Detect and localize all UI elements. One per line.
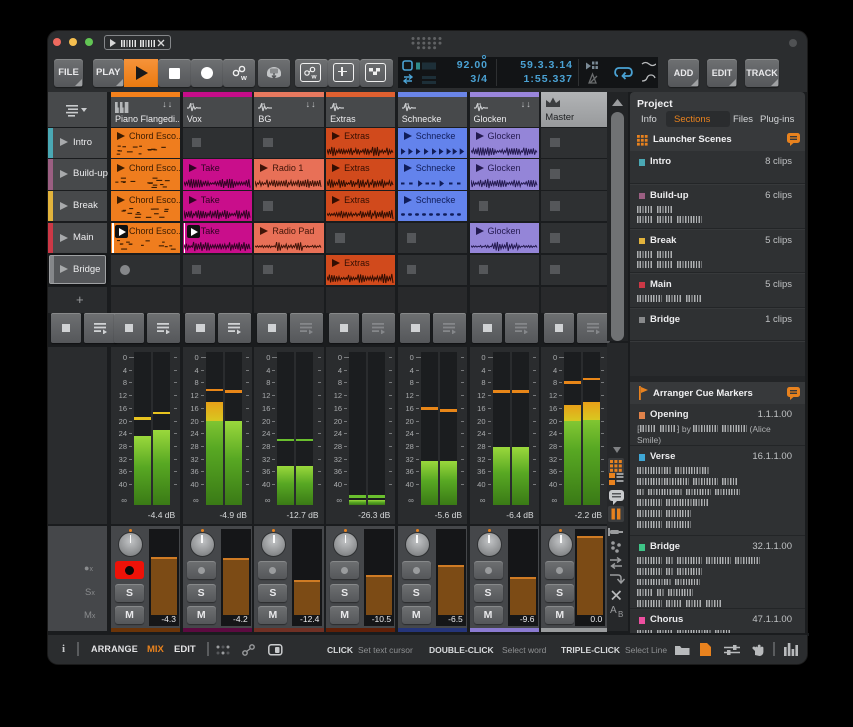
- svg-text:A: A: [610, 605, 617, 616]
- svg-text:B: B: [618, 610, 623, 618]
- svg-text:w: w: [311, 73, 318, 80]
- svg-text:w: w: [240, 73, 247, 82]
